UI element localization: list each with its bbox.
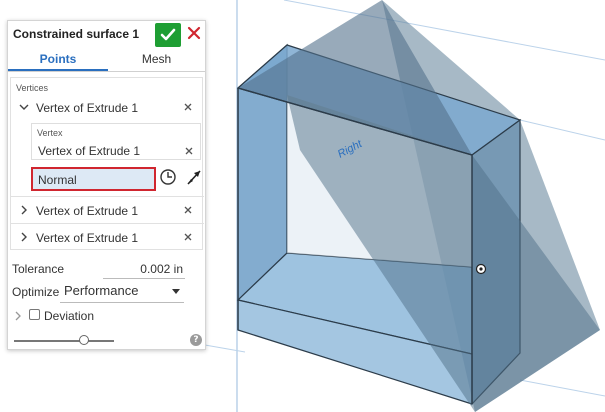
dialog-title: Constrained surface 1 <box>13 27 140 41</box>
vertex-item[interactable]: Vertex of Extrude 1 <box>11 96 202 120</box>
vertices-label: Vertices <box>16 83 49 93</box>
help-icon[interactable]: ? <box>190 334 202 346</box>
dialog-header: Constrained surface 1 <box>8 21 205 47</box>
slider-thumb[interactable] <box>79 335 89 345</box>
chevron-down-icon[interactable] <box>19 102 29 112</box>
deviation-checkbox[interactable] <box>29 309 40 320</box>
optimize-dropdown[interactable]: Performance <box>60 280 184 303</box>
guide-line <box>519 379 605 397</box>
divider <box>11 223 204 224</box>
divider <box>11 196 204 197</box>
guide-line <box>204 344 246 353</box>
vertex-item-label: Vertex of Extrude 1 <box>36 231 139 245</box>
tab-points[interactable]: Points <box>8 49 108 71</box>
clock-icon[interactable] <box>159 168 177 186</box>
constrained-surface-dialog: Constrained surface 1 Points Mesh Vertic… <box>7 20 206 350</box>
vertices-section: Vertices Vertex of Extrude 1 Vertex Vert… <box>10 77 204 250</box>
close-icon[interactable] <box>183 205 193 215</box>
guide-line <box>519 119 605 141</box>
vertex-item[interactable]: Vertex of Extrude 1 <box>11 199 202 223</box>
vertex-field[interactable]: Vertex Vertex of Extrude 1 <box>31 123 201 160</box>
optimize-value: Performance <box>64 283 139 298</box>
vertex-item-label: Vertex of Extrude 1 <box>36 204 139 218</box>
close-icon[interactable] <box>183 232 193 242</box>
normal-direction-field[interactable]: Normal <box>31 167 156 191</box>
vertex-item-label: Vertex of Extrude 1 <box>36 101 139 115</box>
flip-arrow-icon[interactable] <box>185 168 203 186</box>
check-icon <box>160 28 176 41</box>
slider-track[interactable] <box>14 340 114 342</box>
tolerance-underline <box>103 278 185 279</box>
vertex-item[interactable]: Vertex of Extrude 1 <box>11 226 202 250</box>
cancel-button[interactable] <box>186 25 202 43</box>
vertex-field-label: Vertex <box>37 128 63 138</box>
normal-direction-value: Normal <box>38 173 77 187</box>
accept-button[interactable] <box>155 23 181 47</box>
chevron-right-icon[interactable] <box>13 310 23 322</box>
tolerance-input[interactable]: 0.002 in <box>103 262 183 276</box>
vertex-field-value: Vertex of Extrude 1 <box>38 144 141 158</box>
chevron-right-icon[interactable] <box>19 232 29 242</box>
tolerance-label: Tolerance <box>12 262 65 276</box>
optimize-label: Optimize <box>12 285 60 299</box>
close-icon <box>187 26 201 40</box>
close-icon[interactable] <box>184 146 194 156</box>
dialog-tabs: Points Mesh <box>8 49 205 72</box>
chevron-right-icon[interactable] <box>19 205 29 215</box>
deviation-label: Deviation <box>44 309 95 323</box>
tab-mesh[interactable]: Mesh <box>108 49 205 69</box>
vertex-marker-dot <box>479 267 483 271</box>
caret-down-icon <box>172 289 180 294</box>
close-icon[interactable] <box>183 102 193 112</box>
